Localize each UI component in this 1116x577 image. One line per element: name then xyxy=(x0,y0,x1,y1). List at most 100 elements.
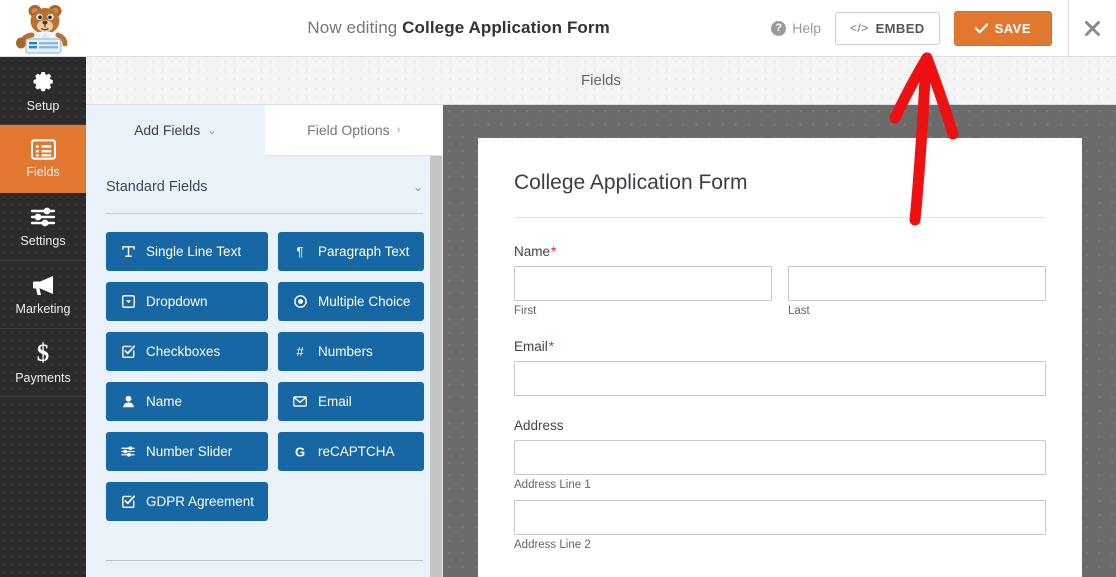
chevron-down-icon: ⌄ xyxy=(207,124,217,137)
sidebar-item-marketing[interactable]: Marketing xyxy=(0,261,86,329)
sliders-icon xyxy=(30,207,56,227)
sidebar-item-label: Marketing xyxy=(15,302,71,316)
address-line-1-input[interactable] xyxy=(514,440,1046,475)
field-button-dropdown[interactable]: Dropdown xyxy=(106,282,269,321)
paragraph-icon: ¶ xyxy=(296,244,304,259)
sidebar-item-label: Settings xyxy=(20,234,66,248)
help-button[interactable]: ? Help xyxy=(771,20,821,36)
field-button-label: Name xyxy=(146,394,183,409)
save-button[interactable]: SAVE xyxy=(953,10,1052,46)
builder-sidebar: Setup Fields Settings Marketing $ Paymen… xyxy=(0,57,86,577)
field-button-single-line-text[interactable]: Single Line Text xyxy=(106,232,269,271)
field-button-number-slider[interactable]: Number Slider xyxy=(106,432,269,471)
name-last-group: Last xyxy=(788,266,1046,317)
add-fields-panel: Add Fields ⌄ Field Options › Standard Fi… xyxy=(86,105,443,577)
preview-field-name[interactable]: Name* First Last xyxy=(514,244,1046,317)
check-square-icon xyxy=(120,345,136,358)
tab-add-fields[interactable]: Add Fields ⌄ xyxy=(86,105,265,156)
field-button-multiple-choice[interactable]: Multiple Choice xyxy=(278,282,425,321)
field-button-label: GDPR Agreement xyxy=(146,494,255,509)
sliders-icon xyxy=(120,445,136,458)
user-icon xyxy=(120,395,136,408)
panel-scrollbar[interactable] xyxy=(429,156,443,577)
sidebar-item-settings[interactable]: Settings xyxy=(0,193,86,261)
help-label: Help xyxy=(792,20,822,36)
sublabel-address-line-2: Address Line 2 xyxy=(514,539,591,551)
email-input[interactable] xyxy=(514,361,1046,396)
svg-text:$: $ xyxy=(37,340,50,366)
text-height-icon xyxy=(120,245,136,258)
form-preview-title: College Application Form xyxy=(514,171,748,194)
close-button[interactable] xyxy=(1069,0,1116,57)
sidebar-item-fields[interactable]: Fields xyxy=(0,125,86,193)
form-preview-area: College Application Form Name* First Las… xyxy=(443,105,1116,577)
field-button-email[interactable]: Email xyxy=(278,382,425,421)
tab-add-fields-label: Add Fields xyxy=(134,122,201,138)
sidebar-item-label: Setup xyxy=(26,98,60,113)
save-label: SAVE xyxy=(994,20,1031,36)
required-mark: * xyxy=(548,339,555,354)
sublabel-first: First xyxy=(514,305,537,317)
field-button-recaptcha[interactable]: G reCAPTCHA xyxy=(278,432,425,471)
field-label: Email* xyxy=(514,339,1046,354)
sidebar-item-label: Fields xyxy=(26,164,60,179)
field-button-label: Multiple Choice xyxy=(318,294,411,309)
field-label-text: Email xyxy=(514,339,548,354)
preview-field-address[interactable]: Address Address Line 1 Address Line 2 xyxy=(514,418,1046,551)
standard-fields-title: Standard Fields xyxy=(106,179,208,195)
hashtag-icon: # xyxy=(296,344,304,359)
panel-scrollbar-thumb[interactable] xyxy=(430,156,442,577)
svg-text:G: G xyxy=(295,445,305,459)
preview-field-email[interactable]: Email* xyxy=(514,339,1046,396)
sidebar-item-payments[interactable]: $ Payments xyxy=(0,329,86,397)
panel-title: Fields xyxy=(580,72,621,89)
field-label: Name* xyxy=(514,244,1046,259)
field-button-label: Numbers xyxy=(318,344,373,359)
wpforms-mascot-logo xyxy=(0,0,86,57)
name-last-input[interactable] xyxy=(788,266,1046,301)
field-button-label: Dropdown xyxy=(146,294,208,309)
embed-label: EMBED xyxy=(875,20,925,36)
envelope-icon xyxy=(292,395,308,408)
editing-prefix: Now editing xyxy=(307,18,398,37)
field-button-label: Paragraph Text xyxy=(318,244,410,259)
address-line-2-input[interactable] xyxy=(514,500,1046,535)
field-label-text: Address xyxy=(514,418,564,433)
field-button-label: Checkboxes xyxy=(146,344,221,359)
field-button-label: Single Line Text xyxy=(146,244,242,259)
field-label: Address xyxy=(514,418,1046,433)
field-button-checkboxes[interactable]: Checkboxes xyxy=(106,332,269,371)
field-button-numbers[interactable]: # Numbers xyxy=(278,332,425,371)
embed-button[interactable]: </> EMBED xyxy=(835,11,940,45)
form-title-divider xyxy=(514,217,1046,218)
panel-tabs: Add Fields ⌄ Field Options › xyxy=(86,105,443,156)
sublabel-address-line-1: Address Line 1 xyxy=(514,479,591,491)
name-first-group: First xyxy=(514,266,772,317)
header-actions: ? Help </> EMBED SAVE xyxy=(771,10,1068,46)
name-first-input[interactable] xyxy=(514,266,772,301)
tab-field-options[interactable]: Field Options › xyxy=(264,105,443,156)
question-circle-icon: ? xyxy=(771,20,787,36)
builder-header: Now editing College Application Form ? H… xyxy=(0,0,1116,57)
code-icon: </> xyxy=(850,21,869,35)
field-button-gdpr-agreement[interactable]: GDPR Agreement xyxy=(106,482,269,521)
sidebar-item-setup[interactable]: Setup xyxy=(0,57,86,125)
close-icon xyxy=(1085,20,1100,36)
sublabel-last: Last xyxy=(788,305,810,317)
panel-bottom-divider xyxy=(106,560,423,561)
list-icon xyxy=(30,138,56,160)
tab-field-options-label: Field Options xyxy=(307,122,390,138)
field-button-label: Number Slider xyxy=(146,444,233,459)
panel-title-bar: Fields xyxy=(86,57,1116,105)
google-g-icon: G xyxy=(292,445,308,459)
check-square-icon xyxy=(120,495,136,508)
dollar-icon: $ xyxy=(37,340,50,366)
panel-body: Standard Fields ⌄ Single Line Text ¶ Par… xyxy=(86,156,443,577)
field-label-text: Name xyxy=(514,244,551,259)
standard-fields-section-header[interactable]: Standard Fields ⌄ xyxy=(104,156,425,213)
field-button-name[interactable]: Name xyxy=(106,382,269,421)
form-preview-card: College Application Form Name* First Las… xyxy=(478,138,1082,577)
dot-circle-icon xyxy=(292,295,308,308)
field-button-paragraph-text[interactable]: ¶ Paragraph Text xyxy=(278,232,425,271)
field-buttons-grid: Single Line Text ¶ Paragraph Text Dropdo… xyxy=(104,214,425,521)
